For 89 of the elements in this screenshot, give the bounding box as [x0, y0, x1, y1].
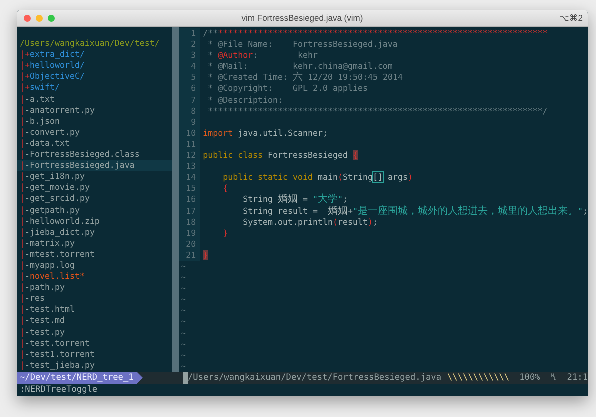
line-number: 1	[179, 28, 200, 40]
line-number: 20	[179, 238, 200, 250]
line-number: 2	[179, 39, 200, 50]
powerline-arrow-icon	[136, 372, 143, 384]
line-number: 7	[179, 94, 200, 106]
code-line: {	[222, 183, 228, 194]
cursor-position: 21:1	[567, 372, 588, 384]
line-number: 21	[179, 250, 200, 261]
status-hatch: \\\\\\\\\\\\	[448, 372, 510, 384]
tree-item[interactable]: |-get_movie.py	[17, 182, 172, 194]
code-line: System.out.println(result);	[242, 216, 378, 228]
tree-item[interactable]: |-get_srcid.py	[17, 193, 172, 204]
tree-item[interactable]: |-test.html	[17, 304, 172, 316]
line-number: 17	[179, 206, 200, 217]
code-line: }	[222, 228, 228, 239]
tree-item[interactable]: |-get_i18n.py	[17, 171, 172, 182]
line-number: 14	[179, 172, 200, 184]
code-line: * @Copyright: GPL 2.0 applies	[207, 83, 368, 95]
tree-item[interactable]: |-matrix.py	[17, 238, 172, 249]
tree-item[interactable]: |-test.md	[17, 315, 172, 327]
tree-item[interactable]: |-a.txt	[17, 94, 172, 105]
maximize-icon[interactable]	[48, 14, 55, 22]
code-line: * @File Name: FortressBesieged.java	[207, 39, 398, 50]
tree-item[interactable]: |-mtest.torrent	[17, 248, 172, 260]
line-number: 10	[179, 128, 200, 139]
empty-line-marker: ~	[180, 350, 188, 361]
line-number: 12	[179, 150, 200, 162]
tree-item[interactable]: |+swift/	[17, 82, 172, 94]
line-number: 9	[179, 116, 200, 128]
tree-item[interactable]: |-test1.torrent	[17, 348, 172, 360]
empty-line-marker: ~	[180, 328, 188, 339]
shortcut-label: ⌥⌘2	[559, 13, 584, 23]
tree-item[interactable]: |-b.json	[17, 116, 172, 127]
tree-item[interactable]: |+ObjectiveC/	[17, 71, 172, 82]
tree-item[interactable]: |-novel.list*	[17, 271, 172, 282]
minimize-icon[interactable]	[36, 14, 43, 22]
cursor-block	[182, 372, 188, 384]
tree-item[interactable]: |-anatorrent.py	[17, 104, 172, 116]
tree-item[interactable]: |-test_jieba.py	[17, 360, 172, 371]
tree-item[interactable]: |-test.py	[17, 326, 172, 338]
empty-line-marker: ~	[180, 272, 188, 284]
line-number: 11	[179, 138, 200, 150]
code-line: String 婚姻 = "大学";	[242, 194, 348, 206]
code-line: String result = 婚姻+"是一座围城，城外的人想进去，城里的人想出来。";	[242, 206, 588, 217]
window-title: vim FortressBesieged.java (vim)	[242, 13, 364, 23]
tree-item[interactable]: |-test.torrent	[17, 338, 172, 349]
code-line: import java.util.Scanner;	[202, 128, 328, 139]
close-icon[interactable]	[24, 14, 31, 22]
tree-item[interactable]: |-convert.py	[17, 126, 172, 138]
line-number: 19	[179, 228, 200, 239]
tree-item[interactable]: |-path.py	[17, 282, 172, 294]
code-line: * @Created Time: 六 12/20 19:50:45 2014	[207, 72, 403, 84]
tree-item[interactable]: |-getpath.py	[17, 204, 172, 216]
empty-line-marker: ~	[180, 360, 188, 372]
file-path: /Users/wangkaixuan/Dev/test/FortressBesieged.java	[188, 372, 442, 384]
code-line: * @Author: kehr	[207, 50, 318, 62]
line-number: 5	[179, 72, 200, 84]
line-number: 16	[179, 194, 200, 206]
line-number: 3	[179, 50, 200, 62]
tree-item[interactable]: |+extra_dict/	[17, 49, 172, 60]
empty-line-marker: ~	[180, 316, 188, 328]
line-number: 15	[179, 183, 200, 194]
code-line: *******************************************************************/	[207, 106, 548, 117]
empty-line-marker: ~	[180, 338, 188, 350]
tree-item[interactable]: |+helloworld/	[17, 60, 172, 72]
tree-item[interactable]: |-helloworld.zip	[17, 216, 172, 227]
code-line: public static void main(String[] args)	[222, 172, 413, 184]
scroll-percent: 100%	[520, 372, 540, 384]
tree-item[interactable]: |-jieba_dict.py	[17, 226, 172, 238]
tree-item[interactable]: |-FortressBesieged.java	[17, 160, 172, 172]
line-number: 8	[179, 106, 200, 117]
empty-line-marker: ~	[180, 283, 188, 294]
empty-line-marker: ~	[180, 294, 188, 306]
code-line: /********************************************************************	[202, 28, 548, 40]
empty-line-marker: ~	[180, 305, 188, 316]
tree-item[interactable]: |-myapp.log	[17, 260, 172, 272]
line-number: 18	[179, 216, 200, 228]
tree-item[interactable]: |-FortressBesieged.class	[17, 149, 172, 160]
empty-line-marker: ~	[180, 260, 188, 272]
line-number: 4	[179, 61, 200, 72]
tree-root-path: /Users/wangkaixuan/Dev/test/	[19, 38, 161, 50]
code-line: * @Mail: kehr.china@gmail.com	[207, 61, 393, 72]
tree-item[interactable]: |-res	[17, 293, 172, 304]
line-symbol: ␤	[550, 372, 558, 384]
line-number: 13	[179, 161, 200, 172]
tree-item[interactable]: |-data.txt	[17, 138, 172, 150]
code-line: public class FortressBesieged {	[202, 150, 358, 162]
line-number: 6	[179, 83, 200, 95]
code-line: * @Description:	[207, 94, 284, 106]
